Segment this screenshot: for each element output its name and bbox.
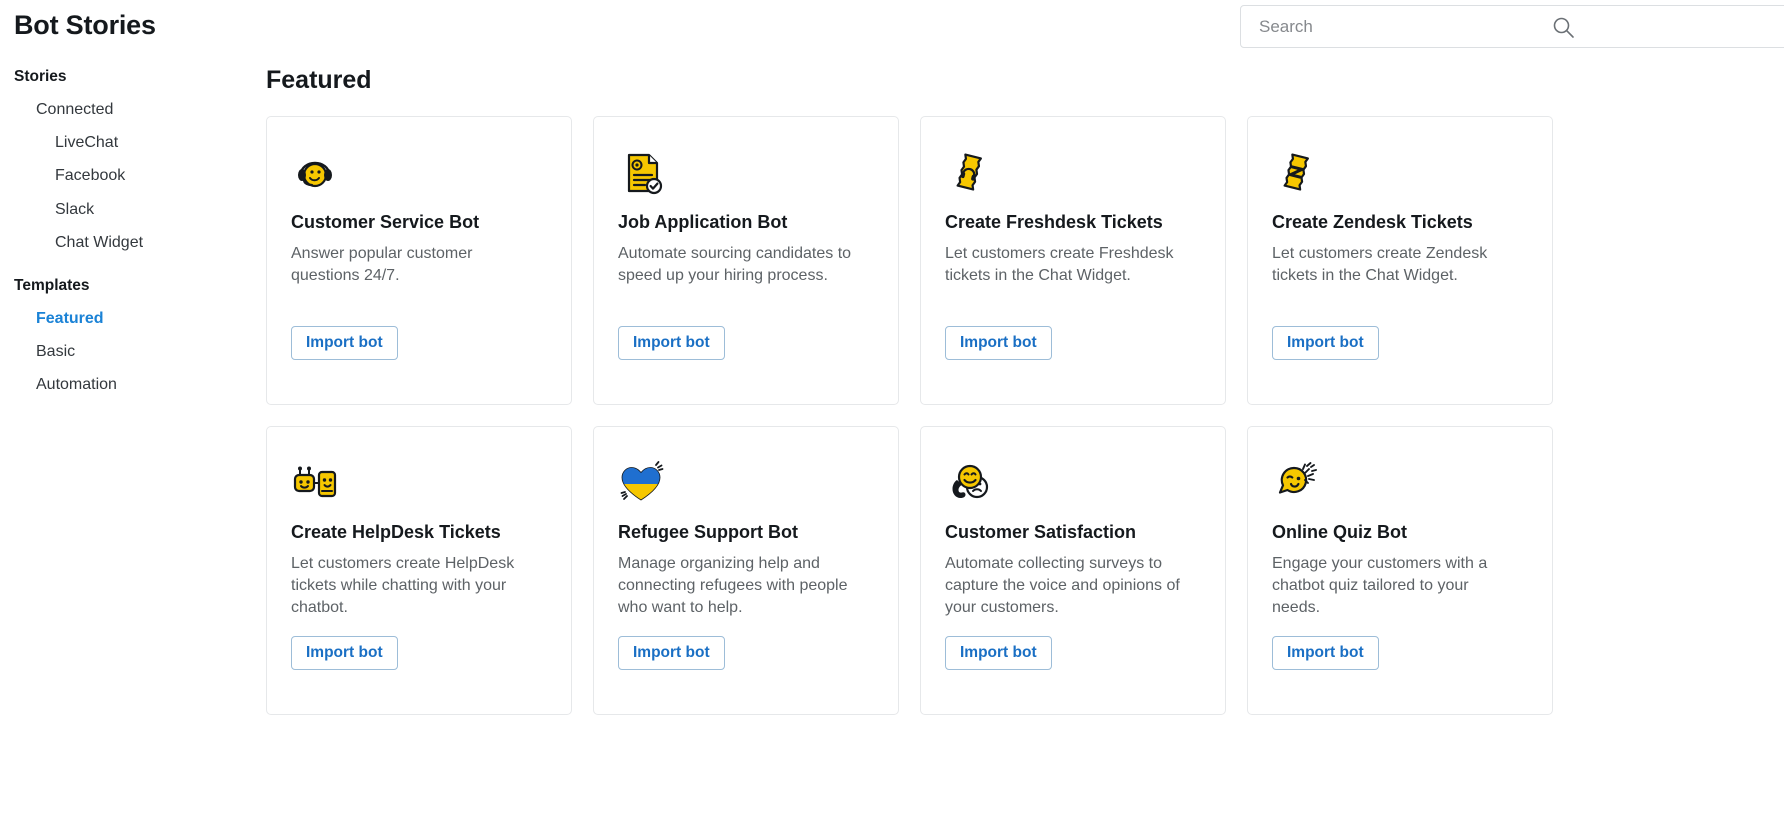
card-description: Answer popular customer questions 24/7.: [291, 245, 473, 285]
sidebar-item-livechat[interactable]: LiveChat: [0, 135, 118, 151]
import-bot-button[interactable]: Import bot: [618, 326, 725, 360]
sidebar-item-facebook[interactable]: Facebook: [0, 168, 125, 184]
import-bot-button[interactable]: Import bot: [618, 636, 725, 670]
sidebar-item-chat-widget[interactable]: Chat Widget: [0, 235, 143, 251]
section-heading: Featured: [266, 66, 372, 94]
import-bot-button[interactable]: Import bot: [291, 326, 398, 360]
sidebar-group-templates: Templates: [14, 277, 90, 294]
template-card[interactable]: Online Quiz Bot Engage your customers wi…: [1247, 426, 1553, 715]
headset-smiley-icon: [291, 149, 339, 197]
ticket-headphones-icon: [945, 149, 993, 197]
card-description: Let customers create HelpDesk tickets wh…: [291, 555, 515, 617]
import-bot-button[interactable]: Import bot: [291, 636, 398, 670]
card-description: Automate collecting surveys to capture t…: [945, 555, 1180, 617]
card-description: Let customers create Freshdesk tickets i…: [945, 245, 1174, 285]
template-card[interactable]: Create Freshdesk Tickets Let customers c…: [920, 116, 1226, 405]
happy-sad-faces-icon: [945, 459, 993, 507]
sidebar: Stories Connected LiveChat Facebook Slac…: [0, 56, 250, 827]
template-card[interactable]: Customer Service Bot Answer popular cust…: [266, 116, 572, 405]
sidebar-group-stories: Stories: [14, 68, 67, 85]
card-title: Job Application Bot: [618, 212, 788, 232]
template-card[interactable]: Create HelpDesk Tickets Let customers cr…: [266, 426, 572, 715]
card-description: Automate sourcing candidates to speed up…: [618, 245, 852, 285]
search-box[interactable]: [1240, 5, 1784, 48]
sidebar-item-connected[interactable]: Connected: [0, 102, 113, 118]
template-card[interactable]: Create Zendesk Tickets Let customers cre…: [1247, 116, 1553, 405]
card-title: Customer Service Bot: [291, 212, 480, 232]
robot-chat-icon: [291, 459, 339, 507]
template-card[interactable]: Refugee Support Bot Manage organizing he…: [593, 426, 899, 715]
sidebar-item-slack[interactable]: Slack: [0, 202, 94, 218]
card-title: Create HelpDesk Tickets: [291, 522, 501, 542]
card-title: Create Zendesk Tickets: [1272, 212, 1473, 232]
template-card-grid: Customer Service Bot Answer popular cust…: [266, 116, 1776, 715]
sidebar-item-automation[interactable]: Automation: [0, 377, 117, 393]
import-bot-button[interactable]: Import bot: [1272, 636, 1379, 670]
search-input[interactable]: [1241, 6, 1741, 47]
top-bar: Bot Stories: [0, 0, 1784, 56]
sidebar-item-basic[interactable]: Basic: [0, 344, 75, 360]
main-content: Featured Customer Service Bot Answer pop…: [250, 56, 1784, 827]
card-title: Online Quiz Bot: [1272, 522, 1407, 542]
document-check-icon: [618, 149, 666, 197]
template-card[interactable]: Job Application Bot Automate sourcing ca…: [593, 116, 899, 405]
page-title: Bot Stories: [14, 10, 156, 40]
card-description: Let customers create Zendesk tickets in …: [1272, 245, 1488, 285]
sidebar-item-featured[interactable]: Featured: [0, 311, 104, 327]
template-card[interactable]: Customer Satisfaction Automate collectin…: [920, 426, 1226, 715]
winking-face-sparkles-icon: [1272, 459, 1320, 507]
card-title: Refugee Support Bot: [618, 522, 798, 542]
card-title: Create Freshdesk Tickets: [945, 212, 1163, 232]
import-bot-button[interactable]: Import bot: [945, 636, 1052, 670]
card-description: Manage organizing help and connecting re…: [618, 555, 848, 617]
card-title: Customer Satisfaction: [945, 522, 1137, 542]
ukraine-heart-icon: [618, 459, 666, 507]
card-description: Engage your customers with a chatbot qui…: [1272, 555, 1488, 617]
import-bot-button[interactable]: Import bot: [1272, 326, 1379, 360]
bot-stories-page: Bot Stories Stories Connected LiveChat F…: [0, 0, 1784, 827]
import-bot-button[interactable]: Import bot: [945, 326, 1052, 360]
ticket-zendesk-icon: [1272, 149, 1320, 197]
